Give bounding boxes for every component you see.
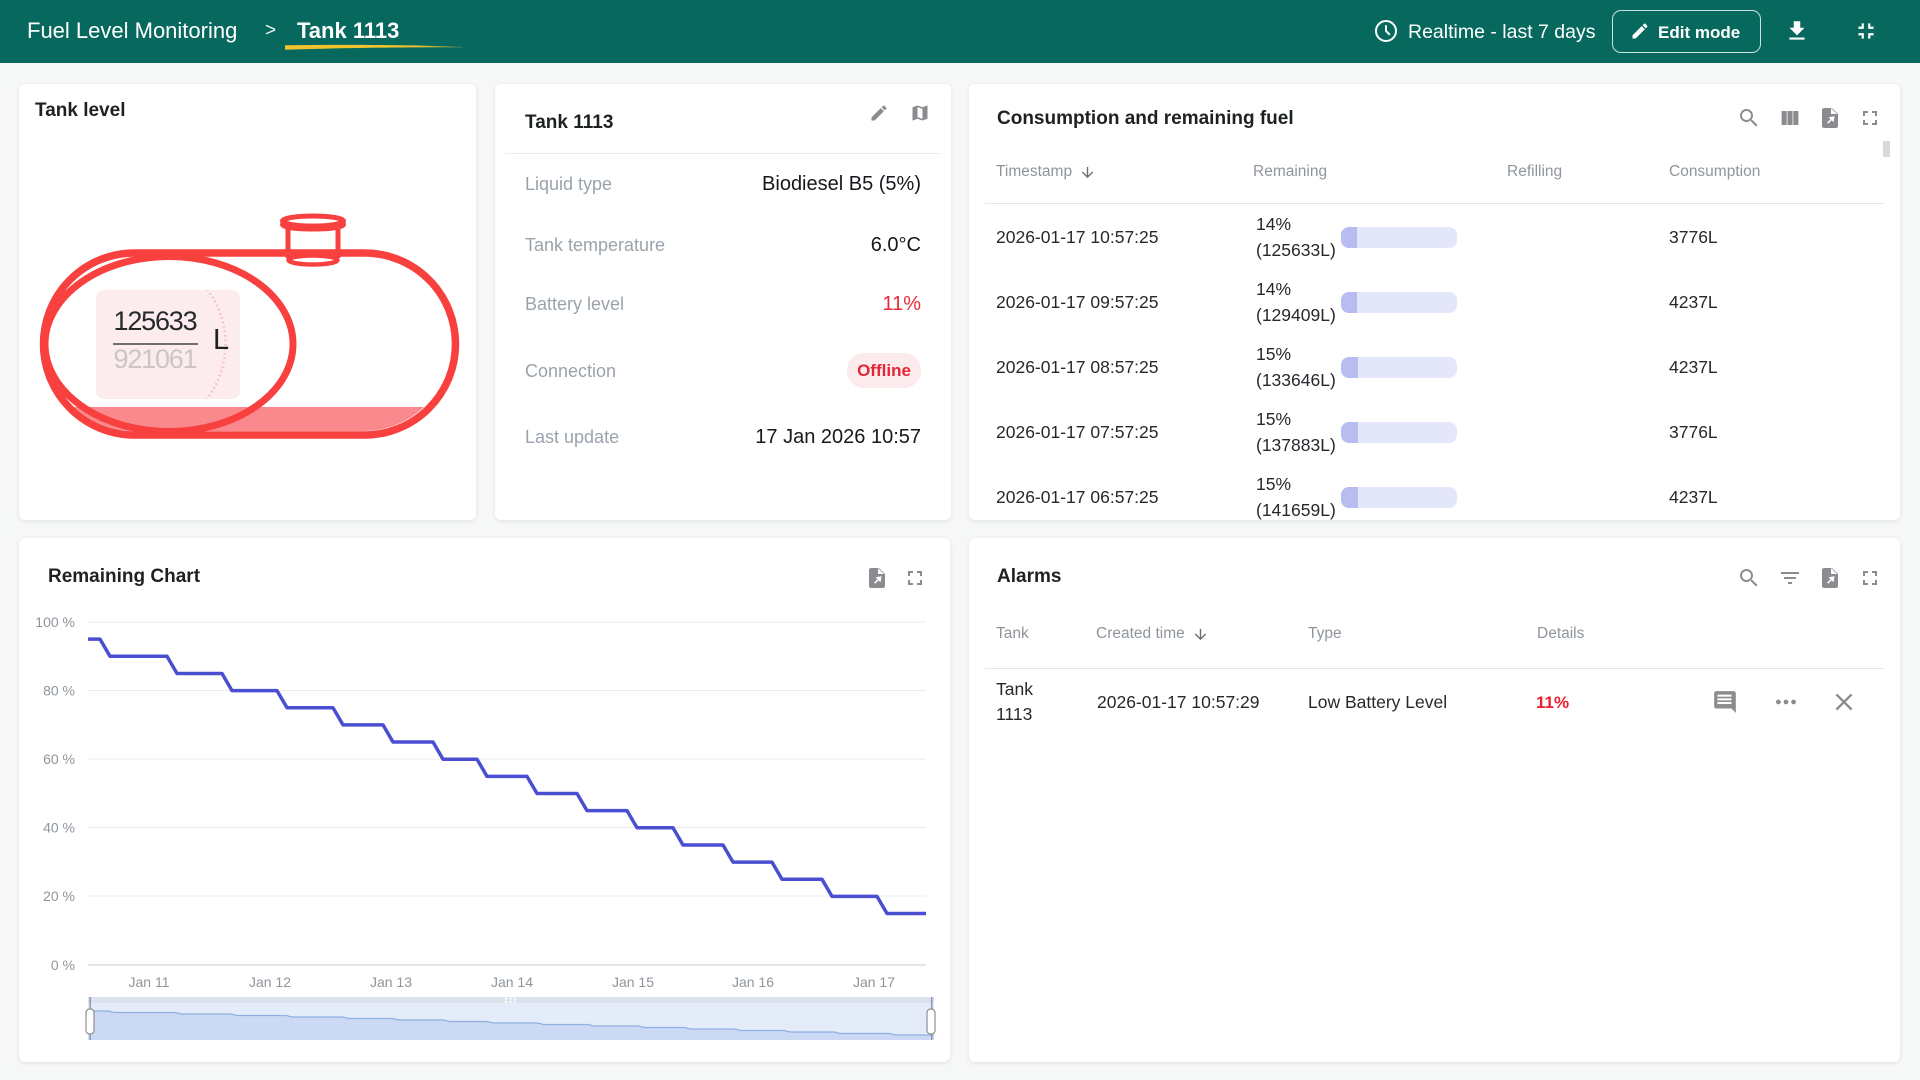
svg-text:80 %: 80 % xyxy=(43,683,75,699)
svg-text:Jan 15: Jan 15 xyxy=(612,974,654,990)
svg-text:60 %: 60 % xyxy=(43,751,75,767)
svg-text:20 %: 20 % xyxy=(43,888,75,904)
svg-text:Jan 13: Jan 13 xyxy=(370,974,412,990)
svg-text:Jan 17: Jan 17 xyxy=(853,974,895,990)
svg-text:100 %: 100 % xyxy=(35,614,75,630)
svg-text:Jan 11: Jan 11 xyxy=(129,974,170,990)
svg-text:Jan 14: Jan 14 xyxy=(491,974,533,990)
svg-text:40 %: 40 % xyxy=(43,820,75,836)
svg-text:0 %: 0 % xyxy=(51,957,75,973)
svg-text:Jan 16: Jan 16 xyxy=(732,974,774,990)
svg-text:Jan 12: Jan 12 xyxy=(249,974,291,990)
